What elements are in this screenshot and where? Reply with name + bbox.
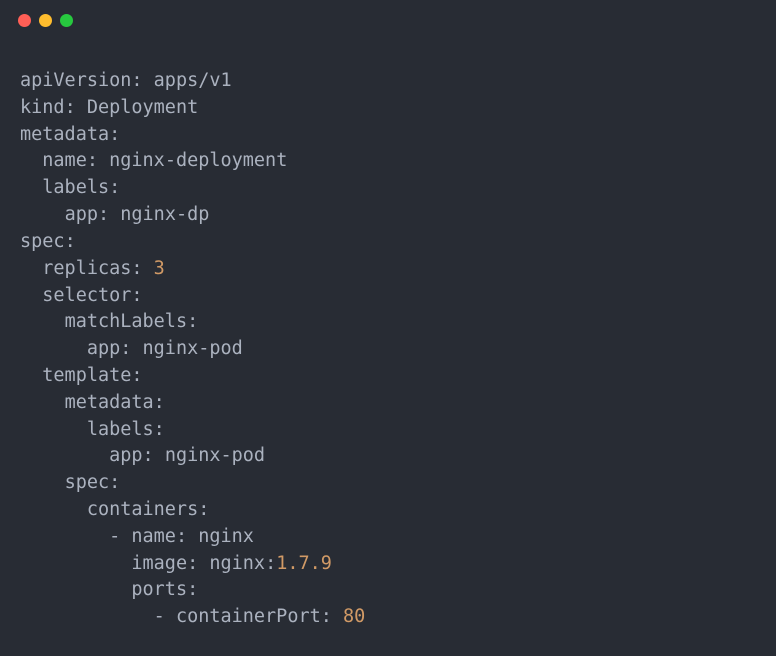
- yaml-value: nginx-pod: [165, 445, 265, 466]
- code-line: containers:: [20, 497, 756, 524]
- window-minimize-button[interactable]: [39, 14, 52, 27]
- yaml-key: selector: [42, 285, 131, 306]
- yaml-value: nginx: [209, 553, 265, 574]
- yaml-key: app: [65, 204, 98, 225]
- yaml-value: 80: [343, 606, 365, 627]
- yaml-dash: -: [109, 526, 120, 547]
- yaml-key: spec: [65, 472, 110, 493]
- yaml-key: app: [87, 338, 120, 359]
- yaml-value: nginx: [198, 526, 254, 547]
- code-line: metadata:: [20, 390, 756, 417]
- yaml-key: containers: [87, 499, 198, 520]
- window-maximize-button[interactable]: [60, 14, 73, 27]
- yaml-value: nginx-deployment: [109, 150, 287, 171]
- yaml-key: metadata: [20, 124, 109, 145]
- code-line: - containerPort: 80: [20, 604, 756, 631]
- yaml-key: matchLabels: [65, 311, 188, 332]
- code-line: replicas: 3: [20, 256, 756, 283]
- yaml-value: 3: [154, 258, 165, 279]
- yaml-key: image: [131, 553, 187, 574]
- yaml-value: Deployment: [87, 97, 198, 118]
- code-line: app: nginx-pod: [20, 336, 756, 363]
- yaml-dash: -: [154, 606, 165, 627]
- yaml-key: replicas: [42, 258, 131, 279]
- code-line: labels:: [20, 175, 756, 202]
- yaml-key: labels: [87, 419, 154, 440]
- window-titlebar: [0, 0, 776, 40]
- yaml-value: nginx-pod: [143, 338, 243, 359]
- yaml-value: apps/v1: [154, 70, 232, 91]
- code-line: app: nginx-dp: [20, 202, 756, 229]
- code-line: metadata:: [20, 122, 756, 149]
- code-line: spec:: [20, 229, 756, 256]
- yaml-key: containerPort: [176, 606, 321, 627]
- code-line: name: nginx-deployment: [20, 148, 756, 175]
- yaml-key: spec: [20, 231, 65, 252]
- code-line: selector:: [20, 283, 756, 310]
- yaml-key: template: [42, 365, 131, 386]
- code-editor[interactable]: apiVersion: apps/v1kind: Deploymentmetad…: [0, 40, 776, 656]
- yaml-key: name: [42, 150, 87, 171]
- code-line: spec:: [20, 470, 756, 497]
- yaml-value: 1.7.9: [276, 553, 332, 574]
- code-line: template:: [20, 363, 756, 390]
- code-line: labels:: [20, 417, 756, 444]
- code-line: ports:: [20, 577, 756, 604]
- code-line: app: nginx-pod: [20, 443, 756, 470]
- yaml-key: name: [131, 526, 176, 547]
- code-line: matchLabels:: [20, 309, 756, 336]
- yaml-key: metadata: [65, 392, 154, 413]
- yaml-key: ports: [131, 579, 187, 600]
- yaml-key: kind: [20, 97, 65, 118]
- code-line: image: nginx:1.7.9: [20, 551, 756, 578]
- code-line: apiVersion: apps/v1: [20, 68, 756, 95]
- yaml-key: app: [109, 445, 142, 466]
- code-line: kind: Deployment: [20, 95, 756, 122]
- code-line: - name: nginx: [20, 524, 756, 551]
- terminal-window: apiVersion: apps/v1kind: Deploymentmetad…: [0, 0, 776, 656]
- window-close-button[interactable]: [18, 14, 31, 27]
- yaml-key: apiVersion: [20, 70, 131, 91]
- yaml-value: nginx-dp: [120, 204, 209, 225]
- yaml-key: labels: [42, 177, 109, 198]
